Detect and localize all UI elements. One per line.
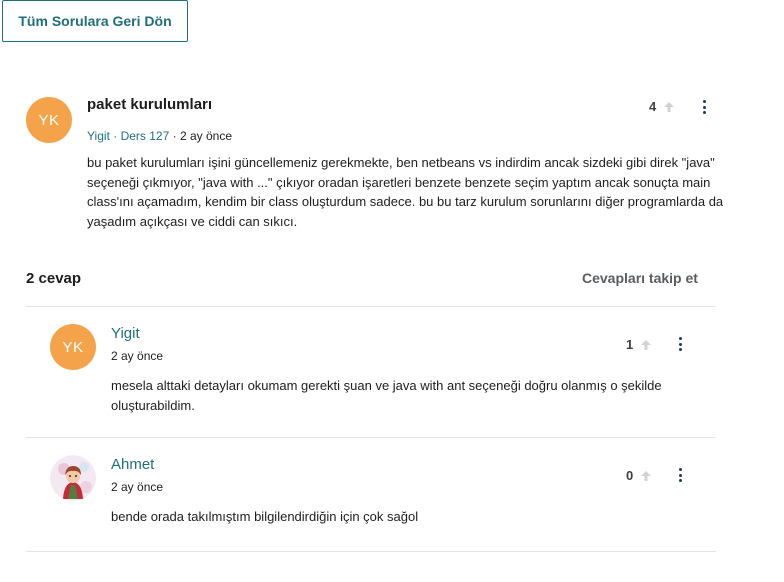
answer-more-options-icon[interactable] — [677, 337, 683, 351]
answer-author-avatar: YK — [50, 324, 96, 370]
meta-separator: · — [169, 129, 180, 143]
question-more-options-icon[interactable] — [701, 100, 707, 114]
answer-author-name[interactable]: Yigit — [111, 325, 140, 342]
question-vote-count: 4 — [649, 99, 657, 114]
answer-more-options-icon[interactable] — [677, 468, 683, 482]
question-author-link[interactable]: Yigit — [87, 129, 110, 143]
follow-answers-button[interactable]: Cevapları takip et — [582, 270, 698, 286]
profile-picture-icon — [50, 455, 96, 501]
answer-vote: 0 — [626, 468, 653, 483]
upvote-arrow-icon[interactable] — [662, 100, 676, 114]
answer-body: bende orada takılmıştım bilgilendirdiğin… — [111, 509, 419, 524]
upvote-arrow-icon[interactable] — [639, 469, 653, 483]
answer-author-avatar — [50, 455, 96, 501]
answer-body: mesela alttaki detayları okumam gerekti … — [111, 378, 662, 413]
question-body: bu paket kurulumları işini güncellemeniz… — [87, 155, 724, 229]
answer-time: 2 ay önce — [111, 480, 164, 494]
answers-count: 2 cevap — [26, 270, 82, 287]
question-title: paket kurulumları — [87, 96, 213, 113]
back-to-all-questions-button[interactable]: Tüm Sorulara Geri Dön — [2, 0, 188, 42]
upvote-arrow-icon[interactable] — [639, 338, 653, 352]
divider — [26, 437, 716, 438]
answer-vote: 1 — [626, 337, 653, 352]
answer-vote-count: 1 — [626, 337, 634, 352]
question-lecture-link[interactable]: Ders 127 — [121, 129, 170, 143]
question-vote: 4 — [649, 99, 676, 114]
meta-separator: · — [109, 129, 121, 143]
answer-time: 2 ay önce — [111, 349, 164, 363]
divider — [26, 306, 716, 307]
divider — [26, 551, 716, 552]
question-meta: Yigit · Ders 127 · 2 ay önce — [87, 129, 232, 143]
question-time: 2 ay önce — [179, 129, 232, 143]
question-author-avatar: YK — [26, 97, 72, 143]
answer-vote-count: 0 — [626, 468, 634, 483]
answer-author-name[interactable]: Ahmet — [111, 456, 154, 473]
